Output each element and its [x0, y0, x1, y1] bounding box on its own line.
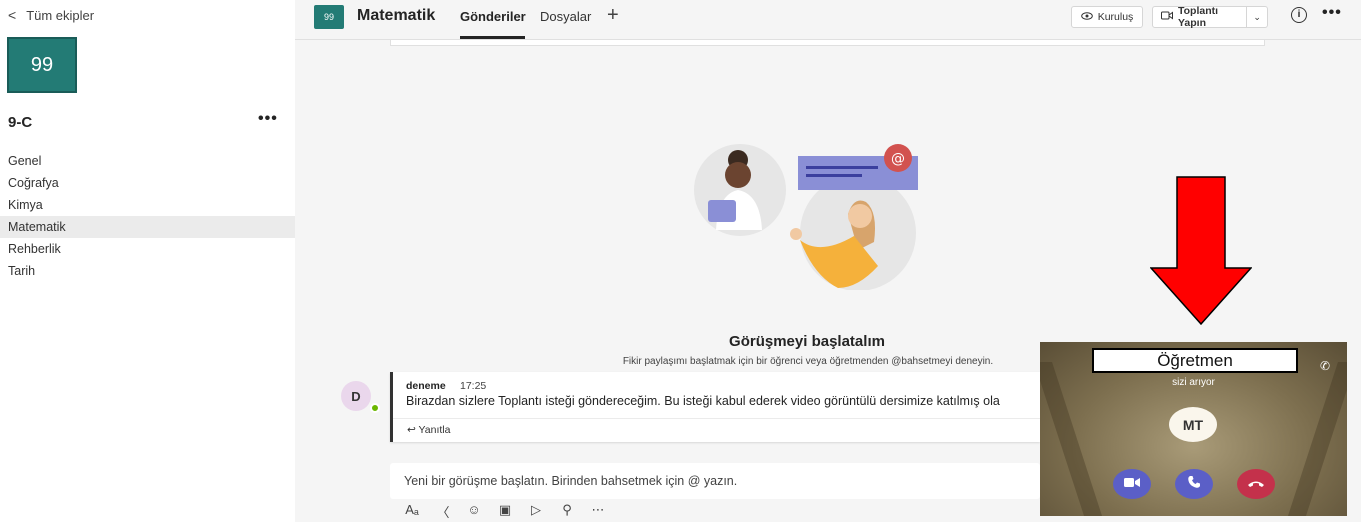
team-avatar[interactable]: 99	[7, 37, 77, 93]
conversation-illustration: @	[694, 144, 918, 290]
meet-button[interactable]: Toplantı Yapın ⌄	[1152, 5, 1268, 29]
svg-text:@: @	[891, 151, 905, 167]
message-author[interactable]: deneme	[406, 380, 446, 392]
channel-item-matematik[interactable]: Matematik	[0, 216, 295, 238]
phone-icon: ✆	[1320, 359, 1331, 373]
header-more-options-icon[interactable]: •••	[1322, 4, 1342, 22]
empty-state-title: Görüşmeyi başlatalım	[729, 333, 885, 350]
team-name: 9-C	[8, 114, 33, 131]
chevron-left-icon: <	[8, 7, 17, 23]
decline-call-button[interactable]	[1237, 469, 1275, 499]
meet-button-label: Toplantı Yapın	[1178, 5, 1219, 29]
message-text: Birazdan sizlere Toplantı isteği göndere…	[406, 394, 1000, 408]
chevron-down-icon[interactable]: ⌄	[1247, 12, 1267, 23]
caller-avatar: MT	[1169, 407, 1217, 442]
empty-state-subtitle: Fikir paylaşımı başlatmak için bir öğren…	[622, 356, 994, 367]
tab-files[interactable]: Dosyalar	[540, 9, 591, 24]
praise-icon[interactable]: ⚲	[558, 502, 576, 521]
tab-posts[interactable]: Gönderiler	[460, 9, 526, 24]
org-button-label: Kuruluş	[1097, 11, 1134, 23]
info-icon[interactable]: i	[1291, 7, 1307, 23]
meet-now-button[interactable]: Toplantı Yapın	[1153, 5, 1248, 29]
accept-audio-button[interactable]	[1175, 469, 1213, 499]
call-status: sizi arıyor	[1172, 377, 1215, 388]
caller-name: Öğretmen	[1092, 348, 1298, 373]
channel-header: 99 Matematik Gönderiler Dosyalar + Kurul…	[295, 0, 1361, 40]
emoji-icon[interactable]: ☺	[465, 502, 483, 521]
eye-icon	[1080, 11, 1093, 23]
avatar[interactable]: D	[341, 381, 371, 411]
add-tab-icon[interactable]: +	[607, 4, 619, 27]
send-icon[interactable]: ▷	[527, 502, 545, 521]
channel-item-tarih[interactable]: Tarih	[0, 260, 295, 282]
compose-box[interactable]: Yeni bir görüşme başlatın. Birinden bahs…	[390, 463, 1040, 499]
team-more-options-icon[interactable]: •••	[258, 110, 278, 128]
active-tab-indicator	[460, 36, 525, 39]
video-camera-icon	[1124, 475, 1140, 493]
channel-item-kimya[interactable]: Kimya	[0, 194, 295, 216]
message-card: deneme 17:25 Birazdan sizlere Toplantı i…	[390, 372, 1040, 442]
reply-label: Yanıtla	[418, 424, 451, 436]
org-button[interactable]: Kuruluş	[1071, 6, 1143, 28]
back-to-all-teams[interactable]: < Tüm ekipler	[8, 7, 94, 23]
hang-up-icon	[1247, 475, 1265, 493]
red-arrow-annotation	[1150, 176, 1252, 326]
previous-post-edge	[390, 40, 1265, 46]
more-options-icon[interactable]: ⋯	[589, 502, 607, 521]
channel-item-rehberlik[interactable]: Rehberlik	[0, 238, 295, 260]
channel-list: Genel Coğrafya Kimya Matematik Rehberlik…	[0, 150, 295, 282]
compose-toolbar: Aₐ 〈 ☺ ▣ ▷ ⚲ ⋯	[403, 502, 607, 521]
channel-title: Matematik	[357, 7, 436, 24]
sidebar: < Tüm ekipler 99 9-C ••• Genel Coğrafya …	[0, 0, 295, 522]
reply-button[interactable]: ↩ Yanıtla	[393, 418, 1040, 442]
message-time: 17:25	[460, 380, 487, 392]
presence-badge	[370, 403, 380, 413]
channel-item-cografya[interactable]: Coğrafya	[0, 172, 295, 194]
phone-icon	[1187, 475, 1201, 494]
attach-icon[interactable]: 〈	[434, 502, 452, 521]
channel-item-genel[interactable]: Genel	[0, 150, 295, 172]
video-camera-icon	[1161, 11, 1173, 23]
incoming-call-toast: Öğretmen ✆ sizi arıyor MT	[1040, 342, 1347, 516]
compose-placeholder: Yeni bir görüşme başlatın. Birinden bahs…	[404, 474, 738, 488]
channel-avatar: 99	[314, 5, 344, 29]
back-label: Tüm ekipler	[26, 7, 95, 23]
gif-icon[interactable]: ▣	[496, 502, 514, 521]
reply-arrow-icon: ↩	[407, 424, 416, 436]
accept-video-button[interactable]	[1113, 469, 1151, 499]
format-icon[interactable]: Aₐ	[403, 502, 421, 521]
